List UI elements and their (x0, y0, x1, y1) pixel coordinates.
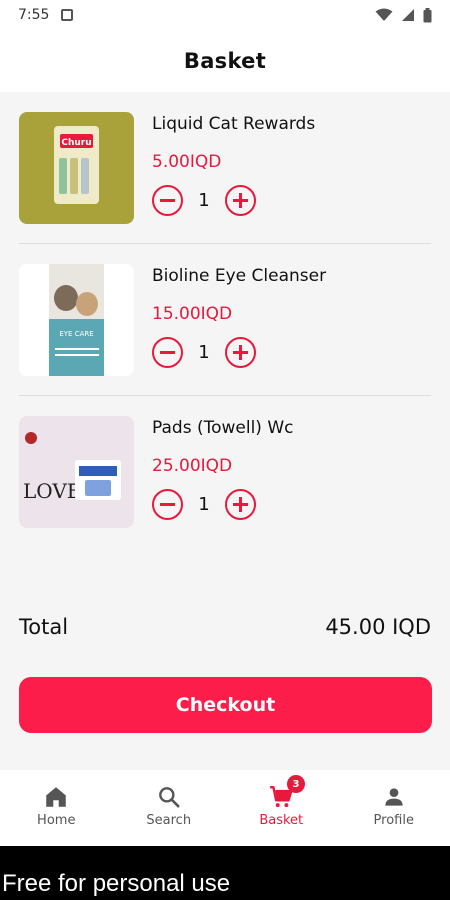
battery-icon (423, 7, 432, 22)
product-name: Liquid Cat Rewards (152, 114, 316, 134)
nav-label: Profile (373, 813, 414, 828)
status-bar: 7:55 (0, 0, 450, 30)
watermark-text: Free for personal use (2, 870, 231, 897)
quantity-stepper: 1 (152, 489, 256, 520)
search-icon (158, 787, 180, 808)
product-price: 25.00IQD (152, 456, 233, 476)
total-row: Total 45.00 IQD (19, 615, 431, 639)
product-name: Bioline Eye Cleanser (152, 266, 327, 286)
product-image: Churu (19, 112, 134, 224)
cart-item[interactable]: Churu Liquid Cat Rewards 5.00IQD 1 (0, 92, 450, 244)
cart-count-badge: 3 (287, 775, 305, 793)
product-image: LOVE (19, 416, 134, 528)
product-image: EYE CARE (19, 264, 134, 376)
nav-item-home[interactable]: Home (0, 770, 113, 846)
product-name: Pads (Towell) Wc (152, 418, 294, 438)
nav-label: Basket (259, 813, 304, 828)
signal-icon (402, 9, 414, 21)
decrease-quantity-button[interactable] (152, 185, 183, 216)
product-thumbnail: LOVE (19, 416, 134, 528)
nav-item-basket[interactable]: 3 Basket (225, 770, 338, 846)
home-icon (46, 787, 66, 807)
cart-item[interactable]: LOVE Pads (Towell) Wc 25.00IQD 1 (0, 396, 450, 548)
total-value: 45.00 IQD (325, 615, 431, 639)
quantity-stepper: 1 (152, 185, 256, 216)
status-icons (375, 7, 432, 23)
svg-text:LOVE: LOVE (23, 479, 81, 503)
person-icon (385, 788, 403, 806)
product-price: 5.00IQD (152, 152, 222, 172)
svg-text:EYE CARE: EYE CARE (59, 330, 93, 338)
nav-label: Home (37, 813, 76, 828)
minus-icon (160, 351, 175, 354)
increase-quantity-button[interactable] (225, 185, 256, 216)
status-time: 7:55 (18, 7, 50, 23)
quantity-value: 1 (198, 342, 210, 363)
quantity-value: 1 (198, 190, 210, 211)
nav-label: Search (146, 813, 192, 828)
quantity-value: 1 (198, 494, 210, 515)
product-thumbnail: EYE CARE (19, 264, 134, 376)
checkout-button[interactable]: Checkout (19, 677, 432, 733)
product-price: 15.00IQD (152, 304, 233, 324)
app-header: Basket (0, 30, 450, 92)
increase-quantity-button[interactable] (225, 489, 256, 520)
page-title: Basket (183, 49, 267, 73)
watermark-banner: Free for personal use (0, 846, 450, 900)
increase-quantity-button[interactable] (225, 337, 256, 368)
bottom-nav: Home Search 3 Basket Profile (0, 770, 450, 846)
quantity-stepper: 1 (152, 337, 256, 368)
svg-text:Churu: Churu (61, 138, 91, 148)
notification-icon (61, 9, 74, 21)
wifi-icon (375, 8, 393, 21)
cart-item[interactable]: EYE CARE Bioline Eye Cleanser 15.00IQD 1 (0, 244, 450, 396)
decrease-quantity-button[interactable] (152, 337, 183, 368)
decrease-quantity-button[interactable] (152, 489, 183, 520)
minus-icon (160, 503, 175, 506)
total-label: Total (19, 615, 69, 639)
nav-item-search[interactable]: Search (113, 770, 226, 846)
minus-icon (160, 199, 175, 202)
product-thumbnail: Churu (19, 112, 134, 224)
cart-list: Churu Liquid Cat Rewards 5.00IQD 1 EYE C… (0, 92, 450, 548)
nav-item-profile[interactable]: Profile (338, 770, 450, 846)
